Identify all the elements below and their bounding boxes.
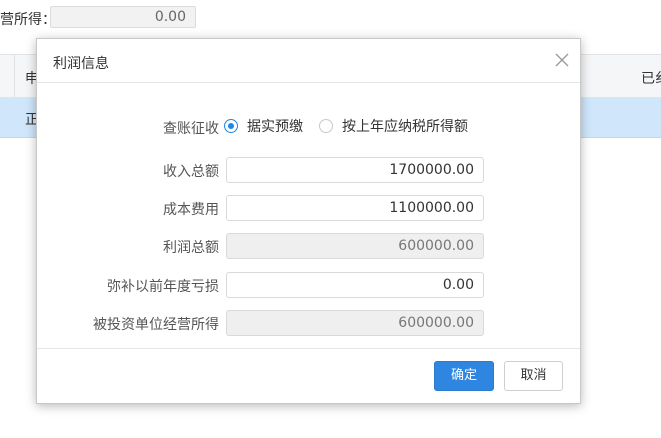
column-divider [14,55,15,97]
prior-year-loss-input[interactable] [226,272,484,298]
total-income-label: 收入总额 [163,164,219,180]
prior-year-loss-label: 弥补以前年度亏损 [107,279,219,295]
collection-method-label: 查账征收 [163,121,219,137]
radio-last-year-taxable-income[interactable]: 按上年应纳税所得额 [319,116,468,136]
radio-unchecked-icon [319,119,333,133]
radio-label: 据实预缴 [247,119,303,135]
radio-checked-icon [224,119,238,133]
profit-info-dialog: 利润信息 查账征收 据实预缴 按上年应纳税所得额 收入总额 1700000.00… [36,38,581,404]
cost-expense-row: 成本费用 [37,195,580,221]
cancel-button[interactable]: 取消 [504,361,563,391]
total-profit-row: 利润总额 [37,233,580,259]
close-icon[interactable] [554,52,570,68]
cost-expense-input[interactable] [226,195,484,221]
prior-year-loss-row: 弥补以前年度亏损 [37,272,580,298]
total-income-input[interactable] [226,157,484,183]
total-profit-label: 利润总额 [163,240,219,256]
investee-income-input [226,310,484,336]
total-profit-input [226,233,484,259]
collection-method-row: 查账征收 据实预缴 按上年应纳税所得额 [37,114,580,140]
operating-income-field[interactable]: 0.00 [50,6,196,28]
investee-income-row: 被投资单位经营所得 [37,310,580,336]
dialog-title: 利润信息 [53,56,109,72]
table-header-cell: 已纟 [641,71,661,87]
radio-label: 按上年应纳税所得额 [342,119,468,135]
radio-actual-prepay[interactable]: 据实预缴 [224,116,303,136]
operating-income-label: 营所得： [0,12,56,28]
page: 营所得： 0.00 申 已纟 正 利润信息 查账征收 [0,0,661,438]
confirm-button[interactable]: 确定 [434,361,494,391]
total-income-row: 收入总额 [37,157,580,183]
collection-method-radio-group: 据实预缴 按上年应纳税所得额 [224,116,484,136]
dialog-footer: 确定 取消 [37,348,580,403]
investee-income-label: 被投资单位经营所得 [93,317,219,333]
dialog-header: 利润信息 [37,39,580,83]
cost-expense-label: 成本费用 [163,202,219,218]
